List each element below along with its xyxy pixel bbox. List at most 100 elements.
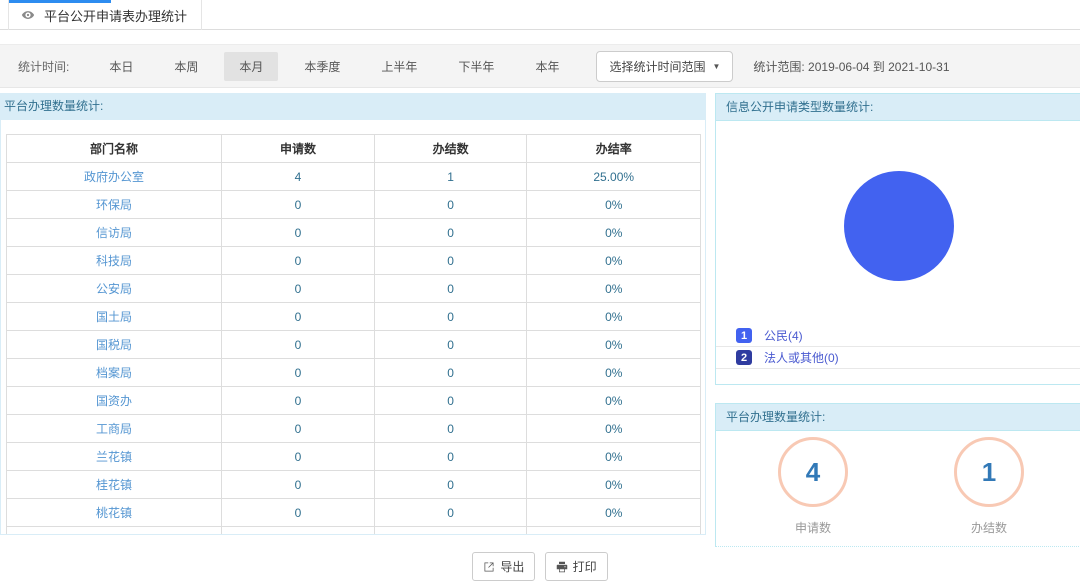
table-cell: 0 xyxy=(222,303,375,331)
table-row: 政府办公室4125.00% xyxy=(7,163,701,191)
platform-counts-panel: 平台办理数量统计: 4 申请数 1 办结数 xyxy=(715,403,1080,547)
platform-counts-panel-title: 平台办理数量统计: xyxy=(715,403,1080,430)
footer-actions: 导出 打印 xyxy=(0,552,1080,581)
legend-item-0[interactable]: 1公民(4) xyxy=(716,325,1080,347)
department-link[interactable]: 信访局 xyxy=(96,226,132,240)
filter-bar: 统计时间: 本日本周本月本季度上半年下半年本年 选择统计时间范围 ▼ 统计范围:… xyxy=(0,44,1080,88)
department-stats-panel: 平台办理数量统计: 部门名称申请数办结数办结率 政府办公室4125.00%环保局… xyxy=(0,93,706,535)
table-cell: 0 xyxy=(222,191,375,219)
department-link[interactable]: 国土局 xyxy=(96,310,132,324)
department-link[interactable]: 荷花镇 xyxy=(96,534,132,535)
department-cell: 国土局 xyxy=(7,303,222,331)
department-link[interactable]: 环保局 xyxy=(96,198,132,212)
filter-option-6[interactable]: 本年 xyxy=(520,52,574,81)
statistics-range-text: 统计范围: 2019-06-04 到 2021-10-31 xyxy=(753,58,949,75)
table-cell: 0 xyxy=(222,387,375,415)
department-cell: 兰花镇 xyxy=(7,443,222,471)
counter-label: 申请数 xyxy=(795,519,831,536)
table-cell: 0% xyxy=(527,499,701,527)
counter-item-1: 1 办结数 xyxy=(919,437,1059,536)
filter-option-3[interactable]: 本季度 xyxy=(289,52,355,81)
counter-value: 1 xyxy=(982,457,996,488)
table-cell: 0 xyxy=(374,303,527,331)
table-cell: 0 xyxy=(222,499,375,527)
filter-label: 统计时间: xyxy=(18,58,69,75)
chevron-down-icon: ▼ xyxy=(712,62,720,71)
table-cell: 25.00% xyxy=(527,163,701,191)
table-cell: 0% xyxy=(527,191,701,219)
application-type-panel-title: 信息公开申请类型数量统计: xyxy=(715,93,1080,120)
department-cell: 国资办 xyxy=(7,387,222,415)
department-link[interactable]: 科技局 xyxy=(96,254,132,268)
table-header-cell: 申请数 xyxy=(222,135,375,163)
table-cell: 0% xyxy=(527,415,701,443)
table-row: 荷花镇000% xyxy=(7,527,701,536)
legend-item-1[interactable]: 2法人或其他(0) xyxy=(716,347,1080,369)
table-row: 桂花镇000% xyxy=(7,471,701,499)
table-cell: 0 xyxy=(374,219,527,247)
department-cell: 公安局 xyxy=(7,275,222,303)
platform-counts-panel-body: 4 申请数 1 办结数 xyxy=(715,430,1080,547)
export-icon xyxy=(483,561,495,573)
department-stats-panel-body: 部门名称申请数办结数办结率 政府办公室4125.00%环保局000%信访局000… xyxy=(1,120,705,535)
table-row: 桃花镇000% xyxy=(7,499,701,527)
department-cell: 档案局 xyxy=(7,359,222,387)
table-row: 兰花镇000% xyxy=(7,443,701,471)
select-time-range-button[interactable]: 选择统计时间范围 ▼ xyxy=(596,51,733,82)
table-cell: 4 xyxy=(222,163,375,191)
export-button[interactable]: 导出 xyxy=(472,552,535,581)
export-button-label: 导出 xyxy=(500,558,524,575)
counter-label: 办结数 xyxy=(971,519,1007,536)
table-cell: 0% xyxy=(527,471,701,499)
counter-item-0: 4 申请数 xyxy=(743,437,883,536)
legend-badge: 2 xyxy=(736,350,752,365)
department-link[interactable]: 国资办 xyxy=(96,394,132,408)
counter-circle: 4 xyxy=(778,437,848,507)
eye-icon xyxy=(21,8,35,22)
print-button[interactable]: 打印 xyxy=(545,552,608,581)
table-cell: 0 xyxy=(374,247,527,275)
table-cell: 0 xyxy=(222,247,375,275)
department-link[interactable]: 国税局 xyxy=(96,338,132,352)
table-cell: 0 xyxy=(374,359,527,387)
department-stats-table: 部门名称申请数办结数办结率 政府办公室4125.00%环保局000%信访局000… xyxy=(6,134,701,535)
table-row: 国土局000% xyxy=(7,303,701,331)
table-cell: 0% xyxy=(527,275,701,303)
select-time-range-label: 选择统计时间范围 xyxy=(609,58,705,75)
pie-chart[interactable] xyxy=(844,171,954,281)
table-row: 工商局000% xyxy=(7,415,701,443)
counter-value: 4 xyxy=(806,457,820,488)
department-link[interactable]: 兰花镇 xyxy=(96,450,132,464)
legend-label: 公民(4) xyxy=(764,327,803,344)
department-link[interactable]: 桃花镇 xyxy=(96,506,132,520)
filter-option-2[interactable]: 本月 xyxy=(224,52,278,81)
table-cell: 0 xyxy=(374,331,527,359)
table-cell: 0 xyxy=(222,331,375,359)
table-header-row: 部门名称申请数办结数办结率 xyxy=(7,135,701,163)
department-link[interactable]: 公安局 xyxy=(96,282,132,296)
filter-option-5[interactable]: 下半年 xyxy=(443,52,509,81)
table-cell: 0 xyxy=(222,359,375,387)
counter-circle: 1 xyxy=(954,437,1024,507)
table-row: 档案局000% xyxy=(7,359,701,387)
table-cell: 0 xyxy=(374,191,527,219)
table-cell: 0% xyxy=(527,527,701,536)
department-cell: 荷花镇 xyxy=(7,527,222,536)
filter-option-4[interactable]: 上半年 xyxy=(366,52,432,81)
tab-statistics[interactable]: 平台公开申请表办理统计 xyxy=(8,0,202,30)
filter-options: 本日本周本月本季度上半年下半年本年 xyxy=(83,52,574,81)
table-cell: 0 xyxy=(374,527,527,536)
department-stats-panel-title: 平台办理数量统计: xyxy=(1,93,705,120)
table-cell: 0% xyxy=(527,359,701,387)
table-cell: 0% xyxy=(527,303,701,331)
filter-option-1[interactable]: 本周 xyxy=(159,52,213,81)
table-row: 国资办000% xyxy=(7,387,701,415)
table-cell: 0 xyxy=(374,275,527,303)
table-cell: 0% xyxy=(527,247,701,275)
department-link[interactable]: 政府办公室 xyxy=(84,170,144,184)
department-link[interactable]: 桂花镇 xyxy=(96,478,132,492)
table-row: 信访局000% xyxy=(7,219,701,247)
department-link[interactable]: 档案局 xyxy=(96,366,132,380)
filter-option-0[interactable]: 本日 xyxy=(94,52,148,81)
department-link[interactable]: 工商局 xyxy=(96,422,132,436)
